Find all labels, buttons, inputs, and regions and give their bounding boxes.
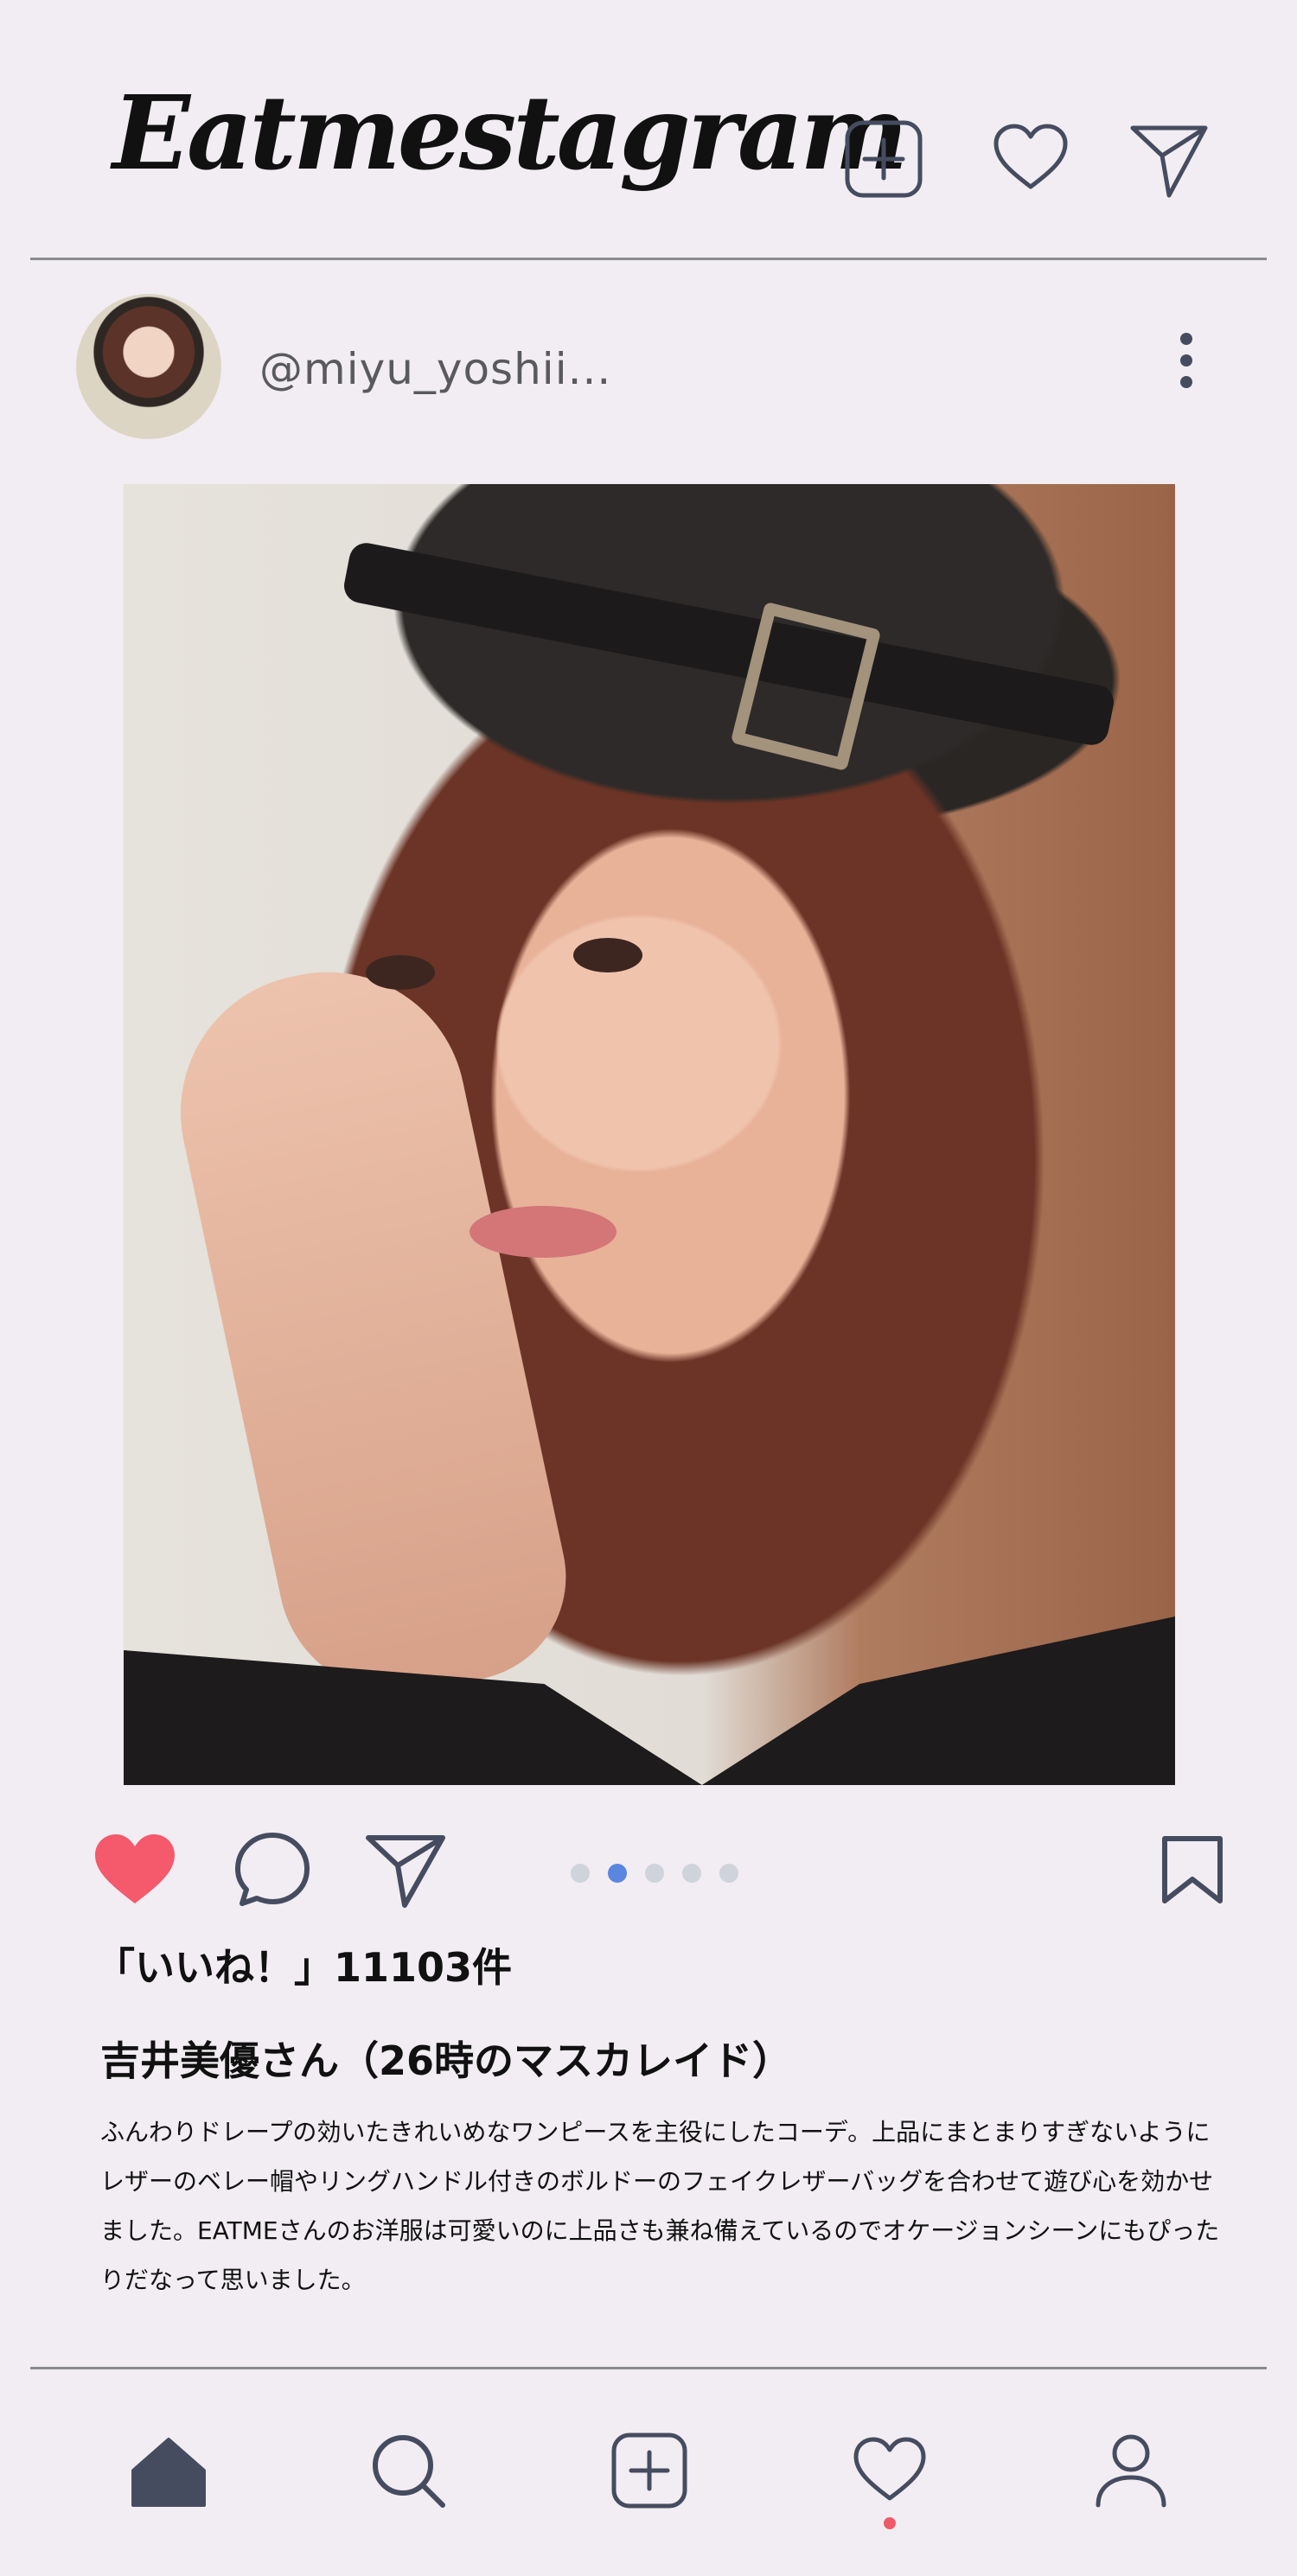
photo-lips bbox=[470, 1206, 617, 1258]
heart-icon[interactable] bbox=[993, 123, 1069, 192]
send-icon[interactable] bbox=[1129, 123, 1209, 199]
footer-divider bbox=[30, 2367, 1267, 2369]
carousel-indicator bbox=[571, 1864, 738, 1883]
carousel-dot[interactable] bbox=[571, 1864, 590, 1883]
share-icon[interactable] bbox=[365, 1833, 446, 1909]
like-count[interactable]: 「いいね！」11103件 bbox=[95, 1936, 512, 1993]
home-icon[interactable] bbox=[130, 2436, 208, 2509]
avatar[interactable] bbox=[76, 294, 221, 439]
add-post-icon[interactable] bbox=[844, 119, 923, 199]
header-divider bbox=[30, 258, 1267, 260]
post-image[interactable] bbox=[124, 484, 1175, 1785]
photo-eye-right bbox=[573, 938, 642, 972]
photo-eye-left bbox=[366, 955, 435, 990]
bookmark-icon[interactable] bbox=[1160, 1834, 1224, 1905]
carousel-dot-active[interactable] bbox=[608, 1864, 627, 1883]
post-title: 吉井美優さん（26時のマスカレイド） bbox=[100, 2037, 793, 2084]
app-logo: Eatmestagram bbox=[112, 73, 908, 193]
carousel-dot[interactable] bbox=[719, 1864, 738, 1883]
carousel-dot[interactable] bbox=[645, 1864, 664, 1883]
notification-dot bbox=[884, 2517, 896, 2529]
post-caption: ふんわりドレープの効いたきれいめなワンピースを主役にしたコーデ。上品にまとまりす… bbox=[100, 2118, 1220, 2294]
photo-hand bbox=[155, 946, 585, 1717]
activity-icon[interactable] bbox=[853, 2436, 927, 2503]
carousel-dot[interactable] bbox=[682, 1864, 701, 1883]
search-icon[interactable] bbox=[370, 2433, 448, 2510]
like-icon[interactable] bbox=[93, 1833, 176, 1907]
profile-icon[interactable] bbox=[1093, 2433, 1169, 2509]
create-icon[interactable] bbox=[610, 2432, 688, 2509]
post-username[interactable]: @miyu_yoshii... bbox=[259, 344, 611, 394]
comment-icon[interactable] bbox=[233, 1831, 311, 1909]
more-options-icon[interactable] bbox=[1176, 332, 1197, 389]
